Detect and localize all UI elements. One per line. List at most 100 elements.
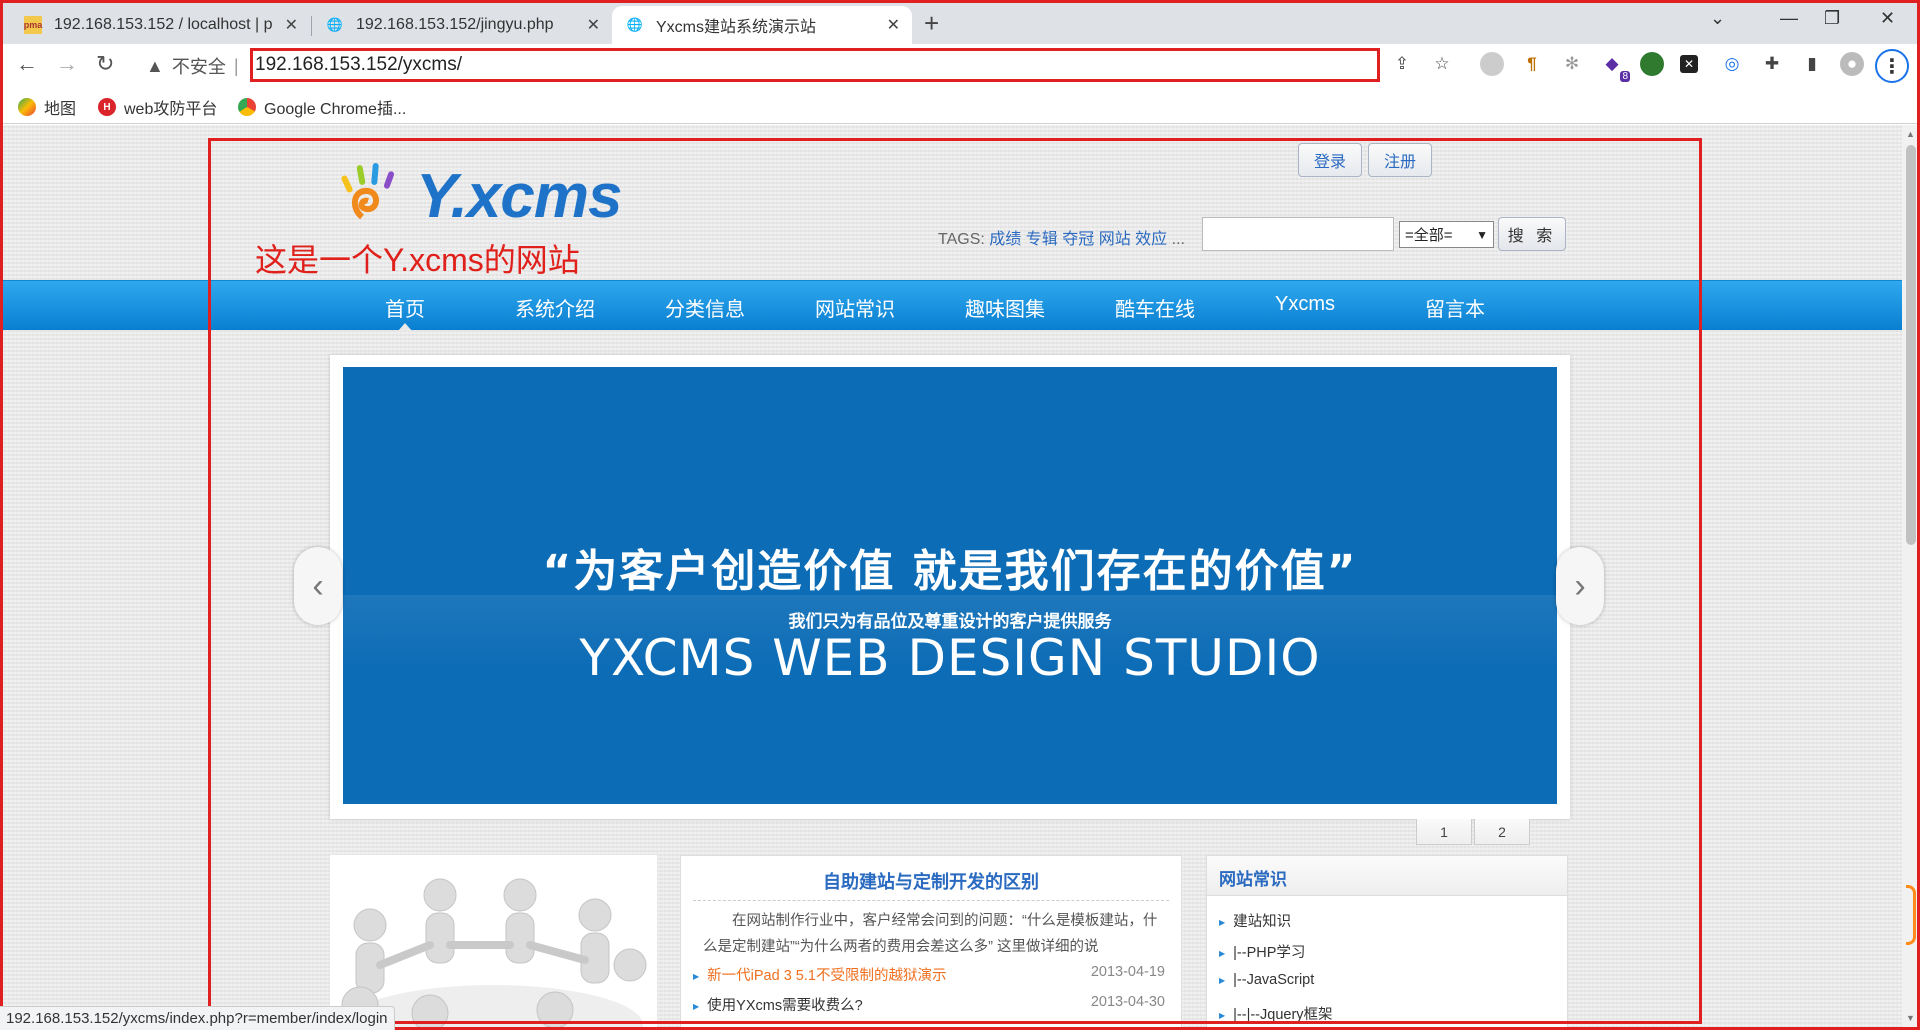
back-icon[interactable]: ← [16,51,38,77]
nav-item-cars[interactable]: 酷车在线 [1115,293,1195,322]
nav-item-home[interactable]: 首页 [385,293,425,322]
sidebar-item-label: |--|--Jquery框架 [1233,1007,1333,1023]
slider-next-button[interactable]: › [1556,547,1604,625]
slider-page-button[interactable]: 2 [1474,819,1530,845]
bullet-icon: ▶ [693,971,700,981]
login-button[interactable]: 登录 [1298,143,1362,177]
extension-gear-icon[interactable]: ✻ [1560,52,1584,76]
team-people-icon [341,878,647,1030]
bookmark-map[interactable]: 地图 [18,95,76,119]
tab-jingyu[interactable]: 🌐 192.168.153.152/jingyu.php ✕ [312,6,612,44]
tab-bar: pma 192.168.153.152 / localhost | p ✕ 🌐 … [0,0,1920,44]
chevron-right-icon: › [1574,566,1586,605]
tab-title: 192.168.153.152 / localhost | p [54,16,273,33]
slider-prev-button[interactable]: ‹ [294,547,342,625]
extension-circle-icon[interactable] [1640,52,1664,76]
sidebar-item[interactable]: ▶ |--|--Jquery框架 [1219,1003,1333,1024]
tag-link[interactable]: 专辑 [1026,231,1058,248]
slider-page-button[interactable]: 1 [1416,819,1472,845]
bookmarks-bar: 地图 H web攻防平台 Google Chrome插... [0,86,1920,124]
extension-x-icon[interactable]: ✕ [1680,55,1698,73]
extensions-puzzle-icon[interactable]: ✚ [1760,52,1784,76]
extension-globe-icon[interactable] [1480,52,1504,76]
site-security-chip[interactable]: ▲ 不安全 | [146,53,239,79]
site-search-input[interactable] [1202,217,1394,251]
extension-paragraph-icon[interactable]: ¶ [1520,52,1544,76]
bookmark-chrome-plugins[interactable]: Google Chrome插... [238,95,406,119]
news-item[interactable]: ▶ 使用YXcms需要收费么? 2013-04-30 [693,994,1165,1015]
active-nav-caret [398,323,412,331]
nav-item-intro[interactable]: 系统介绍 [515,293,595,322]
article-title[interactable]: 自助建站与定制开发的区别 [681,868,1181,894]
site-logo[interactable]: Y.xcms [332,159,652,239]
close-window-icon[interactable]: ✕ [1880,8,1895,29]
sidebar-title: 网站常识 [1207,856,1567,896]
tag-link[interactable]: 网站 [1099,231,1131,248]
search-scope-select[interactable]: =全部= ▼ [1399,221,1494,248]
scrollbar-thumb[interactable] [1906,145,1916,545]
news-title[interactable]: 使用YXcms需要收费么? [707,998,863,1014]
tag-list: TAGS: 成绩 专辑 夺冠 网站 效应 ... [938,225,1185,249]
tag-link[interactable]: 成绩 [989,231,1021,248]
member-links: 登录 注册 [1298,143,1432,177]
reload-icon[interactable]: ↻ [96,51,114,77]
status-bar-url: 192.168.153.152/yxcms/index.php?r=member… [0,1006,395,1030]
minimize-icon[interactable]: — [1780,8,1798,29]
sidebar-item[interactable]: ▶ 建站知识 [1219,910,1291,931]
news-item[interactable]: ▶ 新一代iPad 3 5.1不受限制的越狱演示 2013-04-19 [693,964,1165,985]
nav-item-guestbook[interactable]: 留言本 [1425,293,1485,322]
bookmark-star-icon[interactable]: ☆ [1430,52,1454,76]
bookmark-label: Google Chrome插... [264,101,407,118]
bookmark-web-attack[interactable]: H web攻防平台 [98,95,217,119]
bullet-icon: ▶ [1219,1010,1226,1020]
tab-phpmyadmin[interactable]: pma 192.168.153.152 / localhost | p ✕ [10,6,310,44]
bookmark-label: web攻防平台 [124,101,218,118]
nav-item-yxcms[interactable]: Yxcms [1275,293,1335,316]
side-panel-icon[interactable]: ▮ [1800,52,1824,76]
annotation-bracket [1906,885,1916,945]
news-title[interactable]: 新一代iPad 3 5.1不受限制的越狱演示 [707,968,946,984]
extension-badge: 8 [1620,71,1630,82]
tab-search-icon[interactable]: ⌄ [1710,8,1725,29]
page-viewport: 登录 注册 Y.xcms 这是一个Y.xcms的网站 TAGS: 成绩 专辑 夺… [0,125,1902,1030]
nav-item-classified[interactable]: 分类信息 [665,293,745,322]
divider: | [233,55,239,76]
scroll-down-icon[interactable]: ▼ [1906,1013,1915,1023]
security-label: 不安全 [171,57,226,77]
nav-item-gallery[interactable]: 趣味图集 [965,293,1045,322]
site-search-button[interactable]: 搜 索 [1498,217,1566,251]
nav-item-knowledge[interactable]: 网站常识 [815,293,895,322]
bookmark-label: 地图 [44,101,77,118]
share-icon[interactable]: ⇪ [1390,52,1414,76]
register-button[interactable]: 注册 [1368,143,1432,177]
tag-link[interactable]: 效应 [1135,231,1167,248]
close-icon[interactable]: ✕ [285,15,298,35]
sidebar-item[interactable]: ▶ |--PHP学习 [1219,941,1305,962]
bullet-icon: ▶ [1219,948,1226,958]
people-image[interactable] [330,855,657,1030]
close-icon[interactable]: ✕ [587,15,600,35]
sidebar-item[interactable]: ▶ |--JavaScript [1219,972,1314,988]
close-icon[interactable]: ✕ [887,15,900,35]
map-icon [18,98,36,116]
browser-menu-icon[interactable]: ⋮ [1875,49,1909,83]
tab-yxcms[interactable]: 🌐 Yxcms建站系统演示站 ✕ [612,6,912,44]
address-bar[interactable] [250,48,1380,82]
slide-english-title: YXCMS WEB DESIGN STUDIO [579,629,1321,687]
banner-slide[interactable]: “为客户创造价值 就是我们存在的价值” 我们只为有品位及尊重设计的客户提供服务 … [343,367,1557,804]
profile-avatar-icon[interactable]: ● [1840,52,1864,76]
scroll-up-icon[interactable]: ▲ [1906,129,1915,139]
chrome-icon [238,98,256,116]
sidebar-category-box: 网站常识 ▶ 建站知识 ▶ |--PHP学习 ▶ |--JavaScript ▶ |--… [1206,855,1568,1030]
tag-link[interactable]: 夺冠 [1062,231,1094,248]
restore-icon[interactable]: ❐ [1824,8,1840,29]
address-input[interactable] [255,53,1155,77]
shield-logo-icon: H [98,98,116,116]
slider-pager: 1 2 [1416,819,1532,845]
banner-slider: “为客户创造价值 就是我们存在的价值” 我们只为有品位及尊重设计的客户提供服务 … [330,355,1570,819]
new-tab-button[interactable]: + [924,8,939,39]
forward-icon[interactable]: → [56,51,78,77]
extension-cube-icon[interactable]: ◆ 8 [1600,52,1630,82]
article-excerpt: 在网站制作行业中，客户经常会问到的问题：“什么是模板建站，什么是定制建站”“为什… [703,913,1158,955]
extension-swirl-icon[interactable]: ◎ [1720,52,1744,76]
